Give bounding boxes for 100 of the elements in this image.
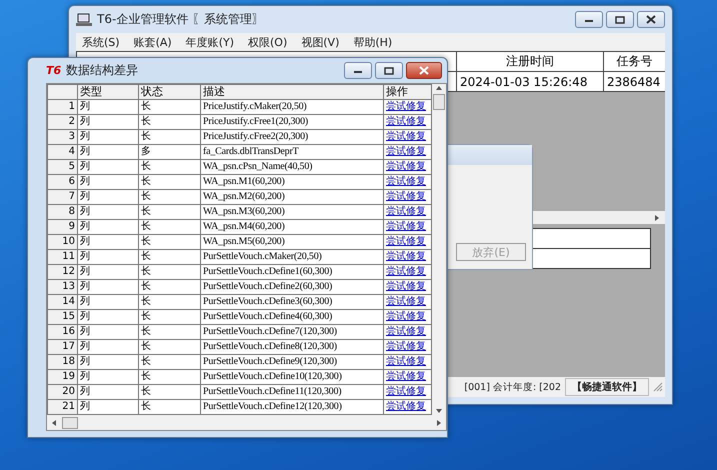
column-header: 类型 bbox=[78, 84, 138, 100]
table-cell: PurSettleVouch.cDefine3(60,300) bbox=[200, 294, 384, 310]
table-cell: 列 bbox=[78, 280, 138, 294]
menu-item[interactable]: 年度账(Y) bbox=[186, 34, 234, 50]
table-cell: WA_psn.M2(60,200) bbox=[200, 190, 384, 204]
row-number: 16 bbox=[48, 324, 78, 340]
row-number: 8 bbox=[48, 204, 78, 220]
table-cell: 长 bbox=[138, 204, 200, 220]
table-cell: 列 bbox=[78, 354, 138, 370]
table-cell: PurSettleVouch.cDefine2(60,300) bbox=[200, 280, 384, 294]
table-cell: 列 bbox=[78, 370, 138, 384]
table-cell: 多 bbox=[138, 144, 200, 160]
table-cell: 列 bbox=[78, 264, 138, 280]
table-cell: PriceJustify.cMaker(20,50) bbox=[200, 100, 384, 114]
row-number: 13 bbox=[48, 280, 78, 294]
table-cell: PriceJustify.cFree2(20,300) bbox=[200, 130, 384, 144]
maximize-button[interactable] bbox=[606, 11, 634, 28]
table-cell: 长 bbox=[138, 250, 200, 264]
menu-item[interactable]: 系统(S) bbox=[82, 34, 120, 50]
status-text: 【畅捷通软件】 bbox=[565, 378, 649, 396]
scroll-thumb[interactable] bbox=[433, 94, 445, 110]
table-cell: 列 bbox=[78, 220, 138, 234]
table-cell: PurSettleVouch.cDefine7(120,300) bbox=[200, 324, 384, 340]
table-cell: WA_psn.M5(60,200) bbox=[200, 234, 384, 250]
window-title: T6-企业管理软件 〖系统管理〗 bbox=[97, 11, 264, 28]
horizontal-scrollbar[interactable] bbox=[47, 415, 446, 430]
column-header: 操作 bbox=[384, 84, 432, 100]
table-cell: 列 bbox=[78, 310, 138, 324]
menu-item[interactable]: 权限(O) bbox=[248, 34, 288, 50]
table-cell: 列 bbox=[78, 100, 138, 114]
table-cell: 长 bbox=[138, 160, 200, 174]
table-cell: 长 bbox=[138, 264, 200, 280]
maximize-icon bbox=[384, 66, 394, 74]
column-header: 注册时间 bbox=[456, 52, 604, 72]
minimize-button[interactable] bbox=[344, 62, 372, 79]
close-button[interactable] bbox=[406, 62, 442, 79]
row-number: 12 bbox=[48, 264, 78, 280]
scroll-thumb[interactable] bbox=[62, 416, 78, 428]
close-icon bbox=[646, 15, 656, 24]
row-number: 3 bbox=[48, 130, 78, 144]
scroll-up-arrow-icon[interactable] bbox=[435, 84, 443, 92]
scroll-right-arrow-icon[interactable] bbox=[653, 214, 661, 222]
table-cell: 列 bbox=[78, 384, 138, 400]
column-header: 任务号 bbox=[604, 52, 665, 72]
row-number: 18 bbox=[48, 354, 78, 370]
table-cell: 长 bbox=[138, 354, 200, 370]
table-cell: 长 bbox=[138, 174, 200, 190]
table-cell: 长 bbox=[138, 234, 200, 250]
menu-item[interactable]: 账套(A) bbox=[134, 34, 172, 50]
row-number: 21 bbox=[48, 400, 78, 414]
menu-item[interactable]: 视图(V) bbox=[301, 34, 340, 50]
table-cell: WA_psn.cPsn_Name(40,50) bbox=[200, 160, 384, 174]
row-number: 5 bbox=[48, 160, 78, 174]
maximize-button[interactable] bbox=[375, 62, 403, 79]
vertical-scrollbar[interactable] bbox=[432, 84, 446, 415]
menu-item[interactable]: 帮助(H) bbox=[353, 34, 392, 50]
table-cell: PriceJustify.cFree1(20,300) bbox=[200, 114, 384, 130]
table-cell: 列 bbox=[78, 174, 138, 190]
scroll-left-arrow-icon[interactable] bbox=[50, 418, 58, 426]
row-number: 14 bbox=[48, 294, 78, 310]
table-cell: 列 bbox=[78, 114, 138, 130]
close-button[interactable] bbox=[637, 11, 665, 28]
table-cell: WA_psn.M4(60,200) bbox=[200, 220, 384, 234]
table-cell: 长 bbox=[138, 370, 200, 384]
table-cell: 长 bbox=[138, 324, 200, 340]
row-number: 9 bbox=[48, 220, 78, 234]
table-cell: 长 bbox=[138, 294, 200, 310]
table-cell: PurSettleVouch.cDefine10(120,300) bbox=[200, 370, 384, 384]
table-cell: 列 bbox=[78, 204, 138, 220]
maximize-icon bbox=[615, 16, 625, 24]
row-number: 7 bbox=[48, 190, 78, 204]
table-cell: 长 bbox=[138, 100, 200, 114]
column-header: 描述 bbox=[200, 84, 384, 100]
table-cell: 列 bbox=[78, 130, 138, 144]
table-cell: 长 bbox=[138, 340, 200, 354]
logo: T6 bbox=[46, 64, 62, 77]
table-cell: fa_Cards.dblTransDeprT bbox=[200, 144, 384, 160]
table-cell: 列 bbox=[78, 294, 138, 310]
table-cell: 长 bbox=[138, 220, 200, 234]
table-cell: 长 bbox=[138, 280, 200, 294]
table-cell: PurSettleVouch.cDefine9(120,300) bbox=[200, 354, 384, 370]
minimize-button[interactable] bbox=[575, 11, 603, 28]
table-cell: 长 bbox=[138, 130, 200, 144]
row-number: 15 bbox=[48, 310, 78, 324]
scroll-right-arrow-icon[interactable] bbox=[435, 418, 443, 426]
table-cell: 长 bbox=[138, 310, 200, 324]
row-number: 19 bbox=[48, 370, 78, 384]
table-cell: 列 bbox=[78, 190, 138, 204]
status-text: [001] 会计年度: [202 bbox=[464, 380, 561, 394]
table-cell: 列 bbox=[78, 340, 138, 354]
row-number: 2 bbox=[48, 114, 78, 130]
row-number: 17 bbox=[48, 340, 78, 354]
scroll-down-arrow-icon[interactable] bbox=[435, 407, 443, 415]
table-cell: 列 bbox=[78, 250, 138, 264]
table-cell: PurSettleVouch.cDefine1(60,300) bbox=[200, 264, 384, 280]
row-number: 20 bbox=[48, 384, 78, 400]
column-header: 状态 bbox=[138, 84, 200, 100]
table-cell: PurSettleVouch.cDefine4(60,300) bbox=[200, 310, 384, 324]
resize-grip-icon[interactable] bbox=[653, 382, 663, 392]
row-number: 6 bbox=[48, 174, 78, 190]
